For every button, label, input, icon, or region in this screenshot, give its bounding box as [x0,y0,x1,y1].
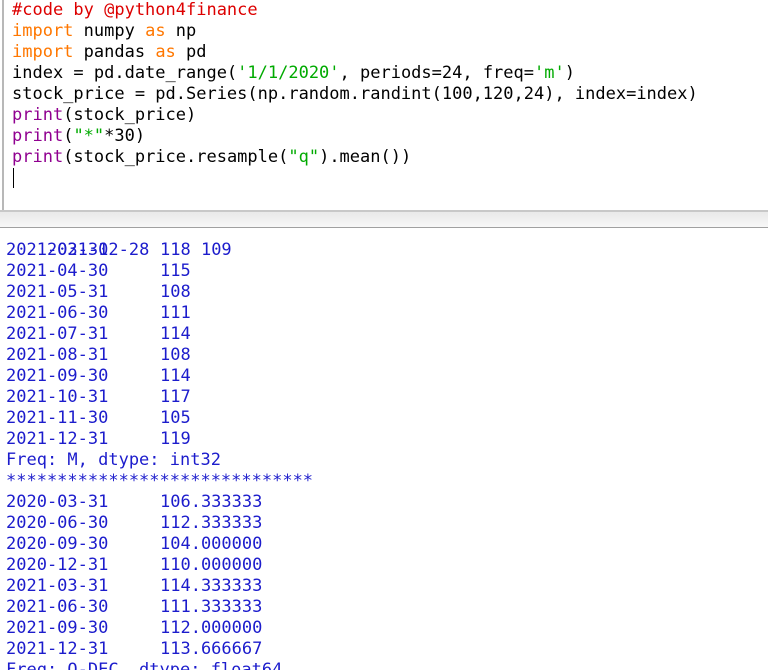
code-line[interactable]: #code by @python4finance [12,0,258,21]
output-row: 2020-09-30 104.000000 [6,534,262,555]
output-value: 108 [160,282,191,302]
output-value: 118 [160,240,191,260]
output-row: 2021-12-31 113.666667 [6,639,262,660]
code-token: 'm' [534,63,565,83]
output-row: 2021-07-31 114 [6,324,191,345]
output-value: 113.666667 [160,639,263,659]
output-date: 2021-03-31 [6,240,109,260]
output-row: 2021-06-30 111.333333 [6,597,262,618]
pane-splitter[interactable] [0,212,768,228]
code-line[interactable]: stock_price = pd.Series(np.random.randin… [12,84,698,105]
editor-divider [0,210,768,212]
code-line[interactable]: import pandas as pd [12,42,207,63]
output-row: 2021-09-30 114 [6,366,191,387]
output-row: 2021-03-31 114.333333 [6,576,262,597]
output-value: 105 [160,408,191,428]
code-editor[interactable]: #code by @python4finance import numpy as … [2,0,768,210]
output-value: 109 [200,240,232,260]
output-row: 2021-08-31 108 [6,345,191,366]
code-token: print [12,105,64,125]
output-date: 2021-03-31 [6,576,109,596]
output-date: 2021-08-31 [6,345,109,365]
code-token: ) [564,63,575,83]
output-value: 112.000000 [160,618,263,638]
code-token: np [165,21,197,41]
output-row: 2020-06-30 112.333333 [6,513,262,534]
output-value: 114.333333 [160,576,263,596]
code-token: as [155,42,176,62]
output-value: 119 [160,429,191,449]
output-date: 2021-10-31 [6,387,109,407]
code-token: import [12,42,74,62]
output-row: 2020-12-31 110.000000 [6,555,262,576]
code-token: as [145,21,166,41]
code-token: (stock_price.resample( [63,147,289,167]
code-token: numpy [73,21,146,41]
output-value: 110.000000 [160,555,263,575]
code-line[interactable]: print(stock_price.resample("q").mean()) [12,147,411,168]
output-date: 2021-09-30 [6,366,109,386]
output-date: 2020-03-31 [6,492,109,512]
output-value: 114 [160,324,191,344]
output-value: 117 [160,387,191,407]
code-token: *30) [104,126,146,146]
output-row: 2021-06-30 111 [6,303,191,324]
output-value: 106.333333 [160,492,263,512]
output-row: 2021-11-30 105 [6,408,191,429]
output-date: 2020-06-30 [6,513,109,533]
output-date: 2021-06-30 [6,597,109,617]
output-row: 2021-12-31 119 [6,429,191,450]
output-monthly-freq: Freq: M, dtype: int32 [6,450,221,470]
code-token: , periods=24, freq= [339,63,534,83]
code-token: "*" [73,126,105,146]
code-token: "q" [288,147,320,167]
output-value: 114 [160,366,191,386]
output-value: 112.333333 [160,513,263,533]
output-value: 111.333333 [160,597,263,617]
code-token: import [12,21,74,41]
code-token: pandas [73,42,156,62]
code-line[interactable]: print(stock_price) [12,105,196,126]
output-row: 2021-09-30 112.000000 [6,618,262,639]
output-date: 2021-05-31 [6,282,109,302]
code-token: ( [63,126,74,146]
output-value: 111 [160,303,191,323]
output-date: 2021-09-30 [6,618,109,638]
code-line[interactable]: index = pd.date_range('1/1/2020', period… [12,63,575,84]
code-token: ).mean()) [319,147,412,167]
code-token: #code by @python4finance [12,0,258,20]
output-value: 115 [160,261,191,281]
output-row: 2021-03-31 118 [6,240,191,261]
code-token: stock_price = pd.Series(np.random.randin… [12,84,698,104]
output-row: 2021-10-31 117 [6,387,191,408]
output-row: 2021-05-31 108 [6,282,191,303]
code-token: '1/1/2020' [237,63,340,83]
output-date: 2021-07-31 [6,324,109,344]
output-date: 2021-12-31 [6,639,109,659]
output-row: 2020-03-31 106.333333 [6,492,262,513]
code-token: print [12,147,64,167]
output-quarterly-freq: Freq: Q-DEC, dtype: float64 [6,660,283,670]
code-token: pd [175,42,207,62]
code-line[interactable]: print("*"*30) [12,126,145,147]
code-line[interactable]: import numpy as np [12,21,196,42]
output-date: 2021-04-30 [6,261,109,281]
text-cursor [13,168,14,188]
output-date: 2021-11-30 [6,408,109,428]
output-value: 104.000000 [160,534,263,554]
output-date: 2021-06-30 [6,303,109,323]
output-separator: ****************************** [6,471,314,491]
code-token: index = pd.date_range( [12,63,238,83]
code-token: print [12,126,64,146]
output-date: 2020-12-31 [6,555,109,575]
output-row: 2021-04-30 115 [6,261,191,282]
output-date: 2020-09-30 [6,534,109,554]
code-token: (stock_price) [63,105,197,125]
output-date: 2021-12-31 [6,429,109,449]
output-value: 108 [160,345,191,365]
